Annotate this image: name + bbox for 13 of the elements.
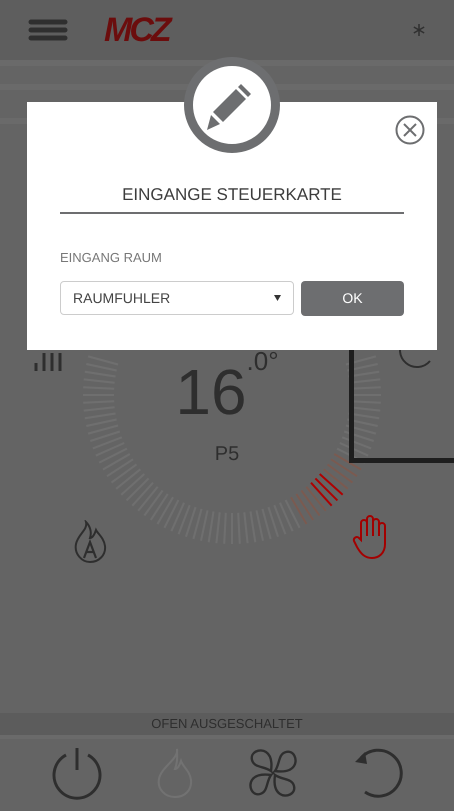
power-icon[interactable] <box>50 746 104 800</box>
menu-icon[interactable] <box>28 19 68 41</box>
manual-mode-icon[interactable] <box>352 514 388 560</box>
ok-button[interactable]: OK <box>301 281 404 316</box>
field-label: EINGANG RAUM <box>60 250 162 265</box>
caret-icon <box>274 295 281 301</box>
close-icon[interactable] <box>395 115 425 145</box>
dialog-title: EINGANGE STEUERKARTE <box>122 185 342 204</box>
bars-mode-icon[interactable] <box>33 351 63 371</box>
logo: MCZ <box>104 13 169 47</box>
select-field[interactable]: RAUMFUHLER <box>60 281 294 315</box>
auto-mode-icon[interactable] <box>72 520 108 564</box>
snowflake-icon[interactable] <box>412 23 426 37</box>
